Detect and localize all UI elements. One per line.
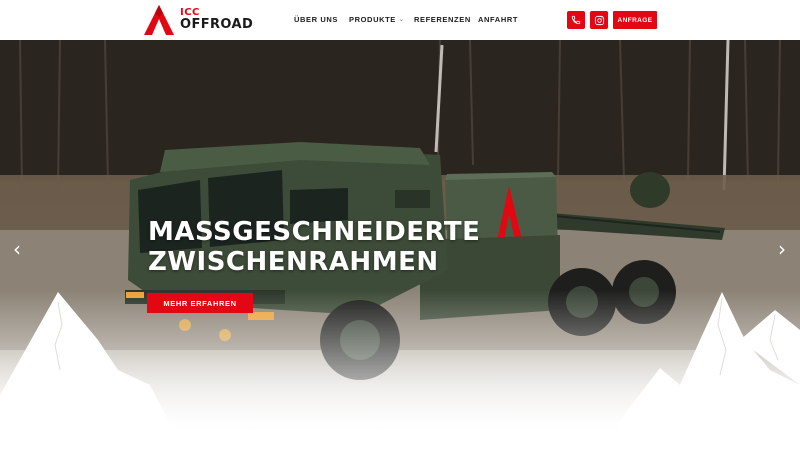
- slider-prev-button[interactable]: ‹: [7, 237, 27, 261]
- chevron-left-icon: ‹: [13, 237, 21, 261]
- chevron-down-icon: ⌄: [398, 17, 405, 23]
- logo-offroad-text: OFFROAD: [180, 17, 254, 32]
- hero-title-line-2: ZWISCHENRAHMEN: [148, 247, 439, 277]
- hero-title-line-1: MASSGESCHNEIDERTE: [148, 217, 481, 247]
- slider-next-button[interactable]: ›: [772, 237, 792, 261]
- mehr-erfahren-button[interactable]: MEHR ERFAHREN: [147, 293, 253, 313]
- mountain-logo-icon: [144, 5, 174, 35]
- nav-item-anfahrt[interactable]: ANFAHRT: [478, 15, 518, 24]
- hero-title: MASSGESCHNEIDERTE ZWISCHENRAHMEN: [148, 217, 480, 277]
- nav-item-produkte[interactable]: PRODUKTE ⌄: [349, 15, 405, 24]
- logo[interactable]: ICC OFFROAD: [142, 3, 253, 37]
- phone-button[interactable]: [567, 11, 585, 29]
- nav-item-produkte-label: PRODUKTE: [349, 15, 396, 24]
- instagram-icon: [594, 15, 604, 25]
- site-header: ICC OFFROAD ÜBER UNS PRODUKTE ⌄ REFERENZE…: [0, 0, 800, 40]
- nav-item-ueber-uns[interactable]: ÜBER UNS: [294, 15, 338, 24]
- hero-slider: OFFROAD: [0, 40, 800, 450]
- chevron-right-icon: ›: [778, 237, 786, 261]
- anfrage-button[interactable]: ANFRAGE: [613, 11, 657, 29]
- phone-icon: [571, 15, 581, 25]
- nav-item-referenzen[interactable]: REFERENZEN: [414, 15, 471, 24]
- instagram-button[interactable]: [590, 11, 608, 29]
